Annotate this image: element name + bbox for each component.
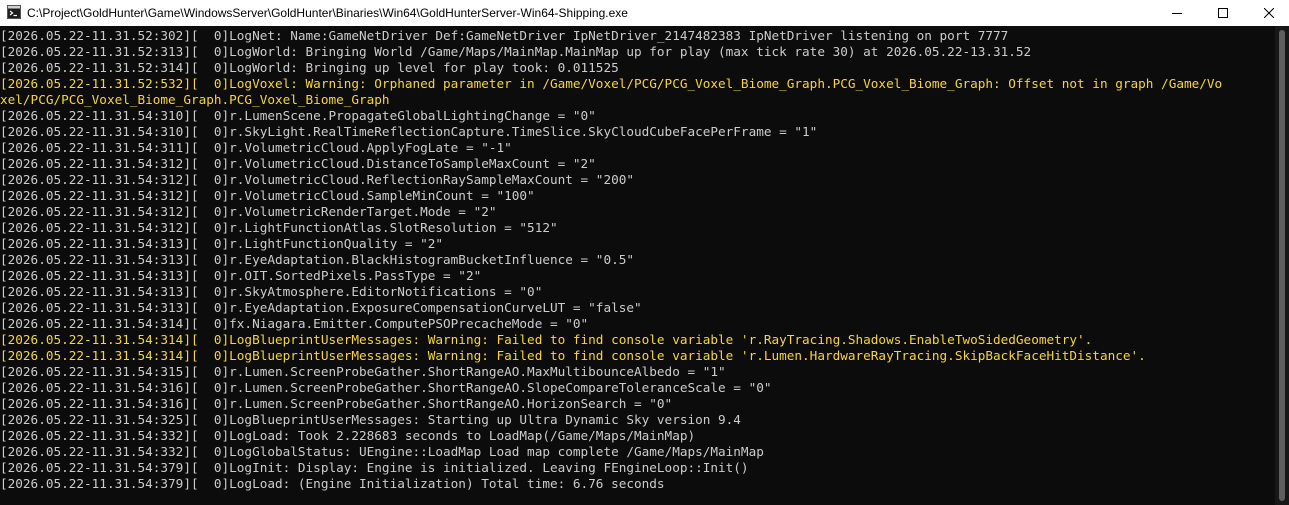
log-line: [2026.05.22-11.31.54:316][ 0]r.Lumen.Scr… [0,396,673,411]
log-line: [2026.05.22-11.31.54:379][ 0]LogLoad: (E… [0,476,665,491]
log-line: [2026.05.22-11.31.54:314][ 0]fx.Niagara.… [0,316,589,331]
log-line: [2026.05.22-11.31.54:313][ 0]r.EyeAdapta… [0,300,642,315]
console-window: C:\Project\GoldHunter\Game\WindowsServer… [0,0,1289,505]
title-bar[interactable]: C:\Project\GoldHunter\Game\WindowsServer… [0,0,1289,26]
log-line: [2026.05.22-11.31.54:316][ 0]r.Lumen.Scr… [0,380,772,395]
log-line-warning: [2026.05.22-11.31.52:532][ 0]LogVoxel: W… [0,76,1223,91]
log-line: [2026.05.22-11.31.54:312][ 0]r.Volumetri… [0,188,535,203]
log-line: [2026.05.22-11.31.54:332][ 0]LogGlobalSt… [0,444,764,459]
log-line: [2026.05.22-11.31.54:325][ 0]LogBlueprin… [0,412,741,427]
log-line: [2026.05.22-11.31.52:314][ 0]LogWorld: B… [0,60,619,75]
log-line: [2026.05.22-11.31.54:312][ 0]r.LightFunc… [0,220,558,235]
log-line: [2026.05.22-11.31.52:302][ 0]LogNet: Nam… [0,28,1009,43]
close-icon [1264,8,1274,18]
log-line: [2026.05.22-11.31.54:313][ 0]r.LightFunc… [0,236,444,251]
close-button[interactable] [1246,0,1289,26]
scrollbar-thumb[interactable] [1279,30,1285,501]
maximize-button[interactable] [1200,0,1246,26]
log-line: [2026.05.22-11.31.54:315][ 0]r.Lumen.Scr… [0,364,726,379]
console-app-icon [7,5,21,19]
log-line: [2026.05.22-11.31.54:312][ 0]r.Volumetri… [0,172,634,187]
log-line: [2026.05.22-11.31.52:313][ 0]LogWorld: B… [0,44,1032,59]
log-line: [2026.05.22-11.31.54:313][ 0]r.OIT.Sorte… [0,268,482,283]
vertical-scrollbar[interactable] [1275,26,1289,505]
log-line: [2026.05.22-11.31.54:313][ 0]r.EyeAdapta… [0,252,634,267]
minimize-icon [1172,13,1182,14]
minimize-button[interactable] [1154,0,1200,26]
log-line-warning: [2026.05.22-11.31.54:314][ 0]LogBlueprin… [0,348,1146,363]
console-output[interactable]: [2026.05.22-11.31.52:302][ 0]LogNet: Nam… [0,28,1275,505]
log-line: [2026.05.22-11.31.54:312][ 0]r.Volumetri… [0,156,596,171]
log-line: [2026.05.22-11.31.54:379][ 0]LogInit: Di… [0,460,749,475]
log-line: [2026.05.22-11.31.54:311][ 0]r.Volumetri… [0,140,512,155]
log-line-warning: [2026.05.22-11.31.54:314][ 0]LogBlueprin… [0,332,1093,347]
log-line: [2026.05.22-11.31.54:310][ 0]r.LumenScen… [0,108,596,123]
log-line: [2026.05.22-11.31.54:312][ 0]r.Volumetri… [0,204,497,219]
log-line: [2026.05.22-11.31.54:332][ 0]LogLoad: To… [0,428,696,443]
maximize-icon [1218,8,1228,18]
window-title: C:\Project\GoldHunter\Game\WindowsServer… [27,6,628,20]
log-line-warning: xel/PCG/PCG_Voxel_Biome_Graph.PCG_Voxel_… [0,92,390,107]
log-line: [2026.05.22-11.31.54:310][ 0]r.SkyLight.… [0,124,818,139]
log-line: [2026.05.22-11.31.54:313][ 0]r.SkyAtmosp… [0,284,543,299]
